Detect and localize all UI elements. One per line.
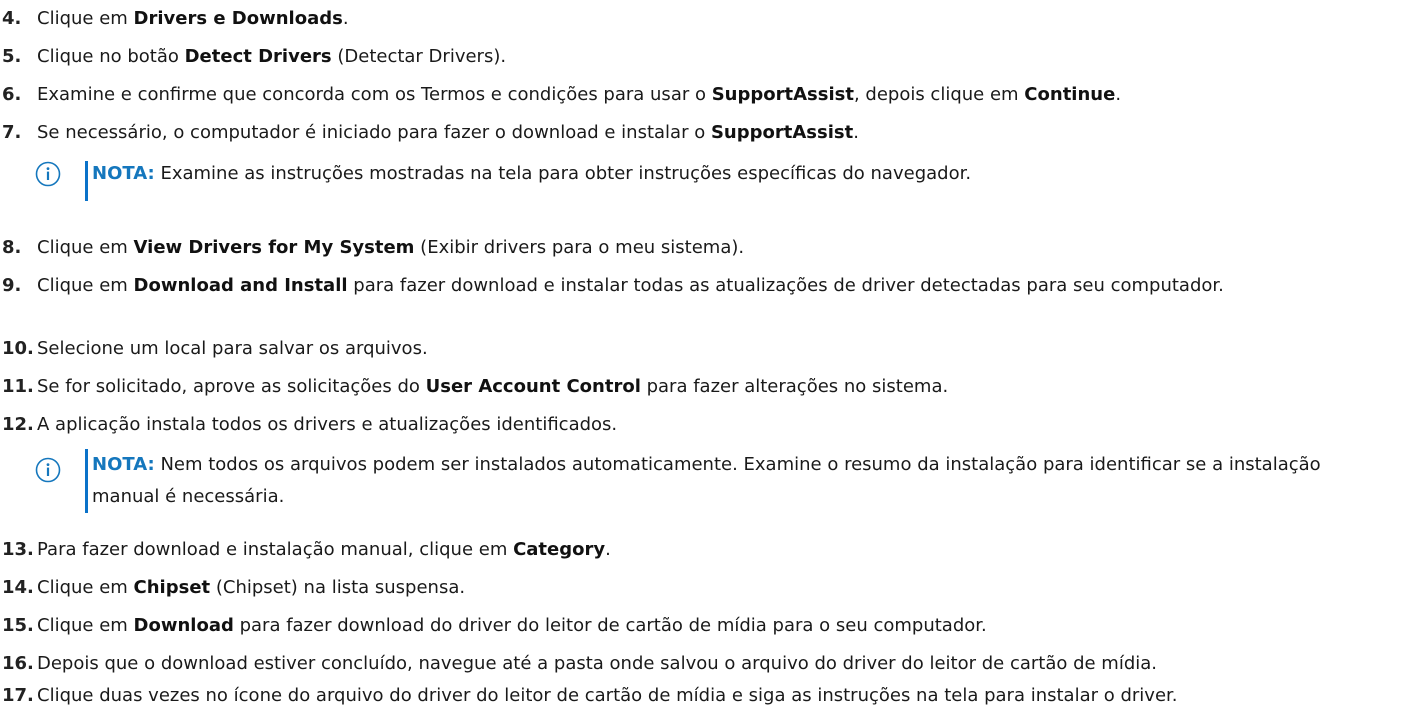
note-text: NOTA: Nem todos os arquivos podem ser in… bbox=[92, 454, 1321, 507]
step-text: Depois que o download estiver concluído,… bbox=[37, 653, 1158, 674]
list-item: 10. Selecione um local para salvar os ar… bbox=[0, 336, 1411, 362]
step-text: A aplicação instala todos os drivers e a… bbox=[37, 414, 618, 435]
list-item: 8. Clique em View Drivers for My System … bbox=[0, 235, 1411, 261]
step-text: Clique no botão Detect Drivers (Detectar… bbox=[37, 46, 507, 67]
list-item: 6. Examine e confirme que concorda com o… bbox=[0, 82, 1411, 108]
step-number: 4. bbox=[2, 8, 22, 29]
ui-term: User Account Control bbox=[425, 376, 641, 397]
step-text: Clique em View Drivers for My System (Ex… bbox=[37, 237, 745, 258]
step-text: Clique em Chipset (Chipset) na lista sus… bbox=[37, 577, 466, 598]
step-number: 13. bbox=[2, 539, 34, 560]
ui-term: View Drivers for My System bbox=[133, 237, 415, 258]
step-number: 11. bbox=[2, 376, 34, 397]
step-number: 8. bbox=[2, 237, 22, 258]
list-item: 4. Clique em Drivers e Downloads. bbox=[0, 6, 1411, 32]
note-label: NOTA: bbox=[92, 454, 155, 475]
ui-term: Drivers e Downloads bbox=[133, 8, 343, 29]
info-circle-icon bbox=[35, 161, 61, 187]
document-page: 4. Clique em Drivers e Downloads. 5. Cli… bbox=[0, 0, 1411, 710]
note-text: NOTA: Examine as instruções mostradas na… bbox=[92, 163, 972, 184]
note-label: NOTA: bbox=[92, 163, 155, 184]
step-number: 14. bbox=[2, 577, 34, 598]
list-item: 15. Clique em Download para fazer downlo… bbox=[0, 613, 1411, 639]
list-item: 12. A aplicação instala todos os drivers… bbox=[0, 412, 1411, 438]
step-number: 12. bbox=[2, 414, 34, 435]
note-callout: NOTA: Nem todos os arquivos podem ser in… bbox=[35, 449, 1391, 515]
step-number: 16. bbox=[2, 653, 34, 674]
ui-term: Continue bbox=[1024, 84, 1116, 105]
step-number: 17. bbox=[2, 685, 34, 706]
step-number: 15. bbox=[2, 615, 34, 636]
ui-term: SupportAssist bbox=[710, 122, 854, 143]
list-item: 11. Se for solicitado, aprove as solicit… bbox=[0, 374, 1411, 400]
step-text: Se for solicitado, aprove as solicitaçõe… bbox=[37, 376, 949, 397]
step-number: 9. bbox=[2, 275, 22, 296]
step-text: Se necessário, o computador é iniciado p… bbox=[37, 122, 859, 143]
list-item: 9. Clique em Download and Install para f… bbox=[0, 273, 1411, 325]
step-text: Para fazer download e instalação manual,… bbox=[37, 539, 611, 560]
info-circle-icon bbox=[35, 457, 61, 483]
step-text: Clique em Download and Install para faze… bbox=[37, 275, 1224, 296]
step-text: Clique duas vezes no ícone do arquivo do… bbox=[37, 685, 1178, 706]
list-item: 7. Se necessário, o computador é iniciad… bbox=[0, 120, 1411, 146]
step-number: 7. bbox=[2, 122, 22, 143]
step-text: Clique em Download para fazer download d… bbox=[37, 615, 987, 636]
step-number: 10. bbox=[2, 338, 34, 359]
list-item: 5. Clique no botão Detect Drivers (Detec… bbox=[0, 44, 1411, 70]
ui-term: Download and Install bbox=[133, 275, 348, 296]
ui-term: Download bbox=[133, 615, 234, 636]
step-number: 5. bbox=[2, 46, 22, 67]
ui-term: Chipset bbox=[133, 577, 211, 598]
note-callout: NOTA: Examine as instruções mostradas na… bbox=[35, 161, 1391, 213]
list-item: 16. Depois que o download estiver conclu… bbox=[0, 651, 1411, 677]
step-number: 6. bbox=[2, 84, 22, 105]
ui-term: Category bbox=[513, 539, 606, 560]
list-item: 13. Para fazer download e instalação man… bbox=[0, 537, 1411, 563]
list-item: 17. Clique duas vezes no ícone do arquiv… bbox=[0, 683, 1411, 709]
ui-term: Detect Drivers bbox=[184, 46, 332, 67]
note-accent-bar bbox=[85, 449, 88, 513]
ui-term: SupportAssist bbox=[711, 84, 854, 105]
step-text: Clique em Drivers e Downloads. bbox=[37, 8, 349, 29]
list-item: 14. Clique em Chipset (Chipset) na lista… bbox=[0, 575, 1411, 601]
note-accent-bar bbox=[85, 161, 88, 201]
step-text: Selecione um local para salvar os arquiv… bbox=[37, 338, 428, 359]
step-text: Examine e confirme que concorda com os T… bbox=[37, 84, 1122, 105]
